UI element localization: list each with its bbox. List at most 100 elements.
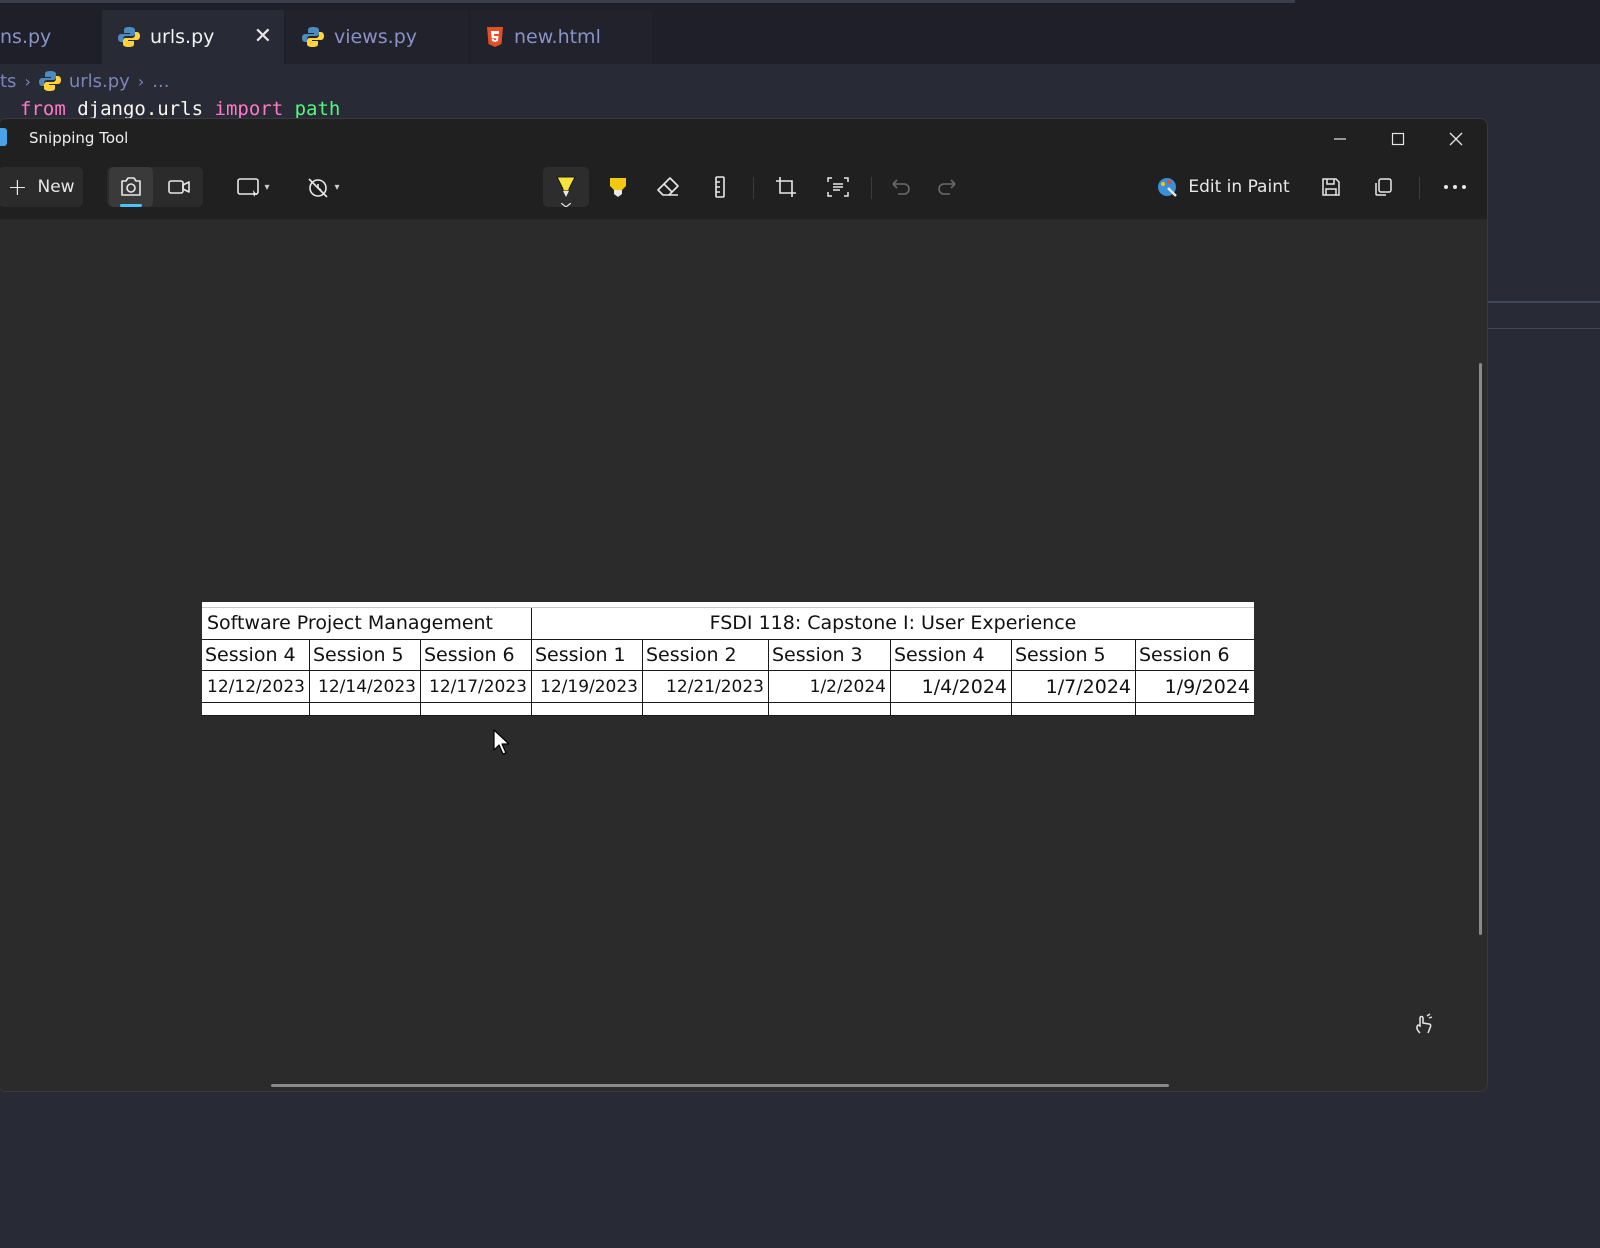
minimize-button[interactable]: [1311, 119, 1369, 159]
eraser-icon: [657, 177, 679, 196]
code-keyword: from: [20, 98, 66, 120]
date-cell: 12/12/2023: [202, 671, 310, 703]
python-file-icon: [38, 71, 61, 91]
text-actions-button[interactable]: [815, 167, 861, 207]
tab-urls-py[interactable]: urls.py ✕: [102, 10, 284, 64]
date-cell: 1/7/2024: [1012, 671, 1136, 703]
rectangle-snip-icon: [237, 178, 260, 197]
close-button[interactable]: [1427, 119, 1485, 159]
code-line[interactable]: from django.urls import path: [20, 98, 340, 120]
tab-label: ns.py: [0, 26, 52, 48]
new-label: New: [37, 177, 75, 197]
active-indicator: [120, 204, 142, 207]
copy-icon: [1375, 178, 1392, 196]
ballpoint-pen-icon: [556, 176, 576, 197]
breadcrumb: ts › urls.py › ...: [0, 68, 169, 94]
python-file-icon: [118, 27, 140, 47]
snipping-tool-app-icon: [0, 128, 7, 146]
record-mode-button[interactable]: [157, 167, 201, 207]
ballpoint-pen-button[interactable]: [543, 167, 589, 207]
ruler-icon: [715, 176, 725, 198]
camera-icon: [121, 177, 141, 196]
tab-label: new.html: [514, 26, 601, 48]
empty-cell: [202, 703, 310, 716]
chevron-down-icon: [561, 203, 571, 207]
session-cell: Session 4: [891, 640, 1012, 671]
paint-icon: [1158, 178, 1178, 197]
edit-in-paint-button[interactable]: Edit in Paint: [1149, 167, 1297, 207]
date-cell: 1/9/2024: [1136, 671, 1254, 703]
close-icon: [1449, 132, 1463, 146]
vertical-scrollbar[interactable]: [1479, 363, 1482, 935]
code-keyword: import: [214, 98, 284, 120]
horizontal-scrollbar[interactable]: [271, 1084, 1169, 1087]
new-snip-button[interactable]: + New: [0, 167, 83, 207]
minimize-icon: [1334, 138, 1346, 140]
save-button[interactable]: [1311, 167, 1351, 207]
copy-button[interactable]: [1363, 167, 1403, 207]
captured-snip-image: Software Project Management FSDI 118: Ca…: [202, 602, 1254, 716]
session-cell: Session 6: [1136, 640, 1254, 671]
breadcrumb-folder[interactable]: ts: [0, 71, 16, 92]
tab-label: urls.py: [150, 26, 215, 48]
ruler-button[interactable]: [697, 167, 743, 207]
eraser-button[interactable]: [645, 167, 691, 207]
redo-button[interactable]: [925, 167, 969, 207]
empty-cell: [643, 703, 769, 716]
chevron-right-icon: ›: [24, 71, 31, 91]
editor-top-line: [0, 0, 1295, 3]
highlighter-icon: [610, 178, 626, 197]
code-name: path: [294, 98, 341, 120]
tab-views-py[interactable]: views.py: [286, 10, 468, 64]
close-tab-icon[interactable]: ✕: [254, 24, 272, 49]
date-cell: 1/4/2024: [891, 671, 1012, 703]
session-cell: Session 1: [532, 640, 643, 671]
touch-writing-icon: [1416, 1013, 1433, 1034]
python-file-icon: [302, 27, 324, 47]
tab-new-html[interactable]: new.html: [470, 10, 652, 64]
delay-dropdown[interactable]: ▾: [297, 167, 349, 207]
undo-icon: [892, 179, 910, 195]
more-icon: [1444, 185, 1466, 189]
date-cell: 1/2/2024: [769, 671, 891, 703]
editor-divider: [1488, 328, 1600, 329]
touch-writing-button[interactable]: [1401, 1001, 1447, 1047]
crop-icon: [776, 177, 796, 197]
chevron-down-icon: ▾: [334, 181, 340, 193]
tab-label: views.py: [334, 26, 417, 48]
date-cell: 12/14/2023: [310, 671, 421, 703]
course-header-right: FSDI 118: Capstone I: User Experience: [532, 608, 1254, 640]
redo-icon: [938, 179, 956, 195]
snip-shape-dropdown[interactable]: ▾: [227, 167, 279, 207]
date-cell: 12/19/2023: [532, 671, 643, 703]
window-title: Snipping Tool: [29, 129, 129, 147]
empty-cell: [532, 703, 643, 716]
see-more-button[interactable]: [1433, 167, 1477, 207]
session-cell: Session 2: [643, 640, 769, 671]
undo-button[interactable]: [879, 167, 923, 207]
breadcrumb-file[interactable]: urls.py: [69, 71, 130, 92]
snip-mode-button[interactable]: [109, 167, 153, 207]
empty-cell: [421, 703, 532, 716]
video-icon: [168, 180, 190, 194]
text-actions-icon: [827, 177, 849, 197]
maximize-button[interactable]: [1369, 119, 1427, 159]
empty-cell: [1136, 703, 1254, 716]
highlighter-button[interactable]: [595, 167, 641, 207]
breadcrumb-symbols[interactable]: ...: [152, 71, 169, 92]
session-cell: Session 6: [421, 640, 532, 671]
tab-models-py[interactable]: ns.py: [0, 10, 100, 64]
chevron-right-icon: ›: [137, 71, 145, 91]
editor-divider: [1488, 301, 1600, 303]
crop-button[interactable]: [763, 167, 809, 207]
toolbar: + New ▾ ▾ Edit in Paint: [0, 159, 1487, 219]
empty-cell: [310, 703, 421, 716]
maximize-icon: [1391, 132, 1405, 146]
save-icon: [1322, 178, 1340, 196]
session-cell: Session 5: [1012, 640, 1136, 671]
empty-cell: [769, 703, 891, 716]
html5-file-icon: [487, 27, 503, 47]
session-cell: Session 5: [310, 640, 421, 671]
title-bar[interactable]: Snipping Tool: [0, 119, 1487, 159]
plus-icon: +: [7, 173, 28, 201]
